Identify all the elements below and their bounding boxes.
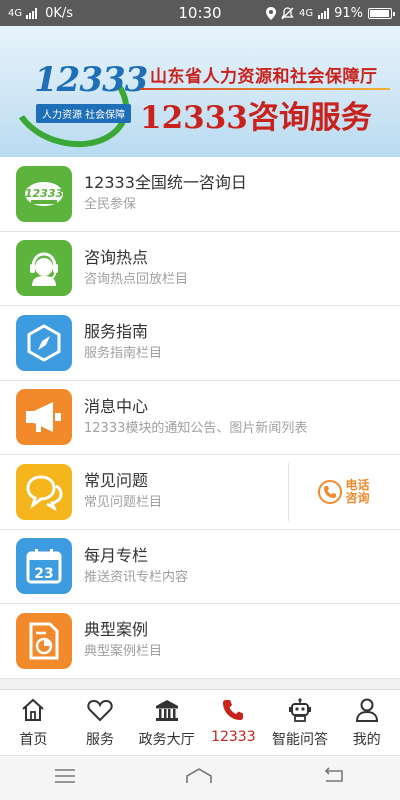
- menu-icon[interactable]: [54, 768, 76, 788]
- megaphone-icon: [16, 389, 72, 446]
- back-icon[interactable]: [322, 767, 346, 789]
- battery-icon: [368, 7, 395, 19]
- list-item-faq[interactable]: 常见问题 常见问题栏目 电话咨询: [0, 455, 400, 530]
- tab-government-hall[interactable]: 政务大厅: [133, 690, 200, 755]
- banner-title: 12333咨询服务: [140, 100, 372, 136]
- phone-icon: [317, 479, 342, 504]
- list-item-title: 常见问题: [84, 471, 149, 491]
- home-icon: [20, 696, 46, 724]
- list-item-title: 12333全国统一咨询日: [84, 173, 247, 193]
- system-nav-bar: [0, 755, 400, 800]
- phone-consult-button[interactable]: 电话咨询: [288, 463, 400, 521]
- tab-label: 政务大厅: [138, 732, 195, 748]
- compass-icon: [16, 314, 72, 371]
- heart-icon: [87, 696, 113, 724]
- list-item-consult-day[interactable]: 12333 12333全国统一咨询日 全民参保: [0, 157, 400, 232]
- clock: 10:30: [178, 4, 222, 22]
- list-item-subtitle: 推送资讯专栏内容: [84, 569, 189, 585]
- phone-consult-label: 电话咨询: [345, 477, 370, 505]
- list-item-message-center[interactable]: 消息中心 12333模块的通知公告、图片新闻列表: [0, 380, 400, 455]
- bottom-tab-bar: 首页 服务 政务大厅 12333 智能问答 我的: [0, 689, 400, 755]
- tab-mine[interactable]: 我的: [333, 690, 400, 755]
- document-chart-icon: [16, 612, 72, 669]
- tab-label: 首页: [19, 732, 48, 748]
- tab-home[interactable]: 首页: [0, 690, 67, 755]
- home-nav-icon[interactable]: [185, 767, 213, 789]
- network-type: 4G: [8, 7, 23, 19]
- signal-icon-right: [318, 7, 330, 19]
- list-item-typical-cases[interactable]: 典型案例 典型案例栏目: [0, 604, 400, 679]
- government-building-icon: [154, 696, 180, 724]
- status-bar: 4G 0K/s 10:30 4G 91%: [0, 0, 400, 26]
- list-item-hotspot[interactable]: 咨询热点 咨询热点回放栏目: [0, 231, 400, 306]
- logo-subtitle: 人力资源 社会保障: [36, 104, 132, 123]
- list-item-subtitle: 服务指南栏目: [84, 346, 163, 362]
- signal-icon: [26, 7, 38, 19]
- service-list: 12333 12333全国统一咨询日 全民参保 咨询热点 咨询热点回放栏目 服务…: [0, 157, 400, 679]
- battery-percent: 91%: [334, 5, 363, 21]
- chat-bubbles-icon: [16, 463, 72, 520]
- status-left: 4G 0K/s: [8, 6, 158, 21]
- list-item-title: 典型案例: [84, 620, 149, 640]
- list-item-service-guide[interactable]: 服务指南 服务指南栏目: [0, 306, 400, 381]
- robot-icon: [287, 696, 313, 724]
- calendar-icon: 23: [16, 538, 72, 595]
- tab-12333[interactable]: 12333: [200, 690, 267, 755]
- mute-bell-icon: [281, 6, 294, 19]
- list-item-subtitle: 咨询热点回放栏目: [84, 271, 189, 287]
- 12333-logo-icon: 12333: [16, 165, 72, 222]
- location-icon: [265, 6, 276, 20]
- banner-divider: [140, 88, 390, 90]
- tab-label: 智能问答: [272, 732, 329, 748]
- list-item-title: 消息中心: [84, 396, 149, 416]
- list-item-title: 咨询热点: [84, 247, 149, 267]
- tab-label: 我的: [352, 732, 381, 748]
- logo-number: 12333: [34, 60, 148, 100]
- list-item-subtitle: 全民参保: [84, 197, 137, 213]
- banner-headline: 山东省人力资源和社会保障厅: [150, 67, 378, 87]
- headset-agent-icon: [16, 240, 72, 297]
- svg-text:12333: 12333: [25, 187, 64, 200]
- list-item-subtitle: 常见问题栏目: [84, 495, 163, 511]
- tab-label: 服务: [86, 732, 114, 748]
- list-item-title: 每月专栏: [84, 545, 149, 565]
- list-item-title: 服务指南: [84, 322, 149, 342]
- svg-text:23: 23: [34, 566, 53, 582]
- network-type-right: 4G: [298, 7, 314, 19]
- network-speed: 0K/s: [45, 5, 74, 21]
- list-item-monthly-column[interactable]: 23 每月专栏 推送资讯专栏内容: [0, 529, 400, 604]
- list-item-subtitle: 典型案例栏目: [84, 644, 163, 660]
- tab-service[interactable]: 服务: [67, 690, 134, 755]
- person-icon: [354, 696, 380, 724]
- header-banner: 12333 人力资源 社会保障 山东省人力资源和社会保障厅 12333咨询服务: [0, 26, 400, 157]
- tab-smart-qa[interactable]: 智能问答: [267, 690, 334, 755]
- phone-icon: [221, 696, 245, 724]
- status-right: 4G 91%: [242, 5, 395, 21]
- tab-label: 12333: [211, 729, 256, 745]
- list-item-subtitle: 12333模块的通知公告、图片新闻列表: [84, 420, 308, 436]
